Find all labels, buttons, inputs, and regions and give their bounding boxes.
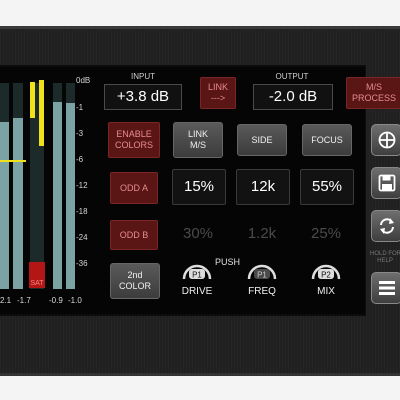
- odd-b-button[interactable]: ODD B: [110, 220, 158, 250]
- scale-label: -36: [76, 259, 88, 268]
- drive-value-b: 30%: [182, 225, 214, 242]
- knob-tag: P1: [257, 271, 267, 280]
- scale-label: -12: [76, 181, 88, 190]
- meter-value: -1.0: [68, 296, 82, 305]
- input-gain-readout[interactable]: +3.8 dB: [104, 84, 182, 110]
- sat-label: SAT: [30, 280, 44, 287]
- drive-value[interactable]: 15%: [172, 169, 226, 205]
- side-button[interactable]: SIDE: [237, 124, 287, 156]
- knob-arc-icon: P1: [182, 264, 212, 280]
- knob-tag: P1: [192, 271, 202, 280]
- odd-a-button[interactable]: ODD A: [110, 172, 158, 204]
- knob-arc-icon: P1: [247, 264, 277, 280]
- meter-value: 2.1: [0, 296, 12, 305]
- knob-arc-icon: P2: [311, 264, 341, 280]
- link-ms-button[interactable]: LINK M/S: [173, 122, 223, 158]
- scale-label: -1: [76, 103, 84, 112]
- scale-label: -3: [76, 129, 84, 138]
- input-label: INPUT: [131, 72, 155, 81]
- ms-process-button[interactable]: M/S PROCESS: [346, 77, 400, 109]
- meter-value: -0.9: [49, 296, 63, 305]
- faceplate-bottom-edge: [0, 373, 400, 376]
- second-color-button[interactable]: 2nd COLOR: [110, 263, 160, 299]
- refresh-button[interactable]: [371, 210, 400, 242]
- scale-label: -24: [76, 233, 88, 242]
- meter-bar: [66, 103, 75, 289]
- peak-indicator: [30, 82, 35, 118]
- enable-colors-button[interactable]: ENABLE COLORS: [108, 122, 160, 158]
- refresh-icon: [380, 218, 394, 234]
- output-gain-readout[interactable]: -2.0 dB: [253, 84, 333, 110]
- floppy-disk-icon: [378, 174, 396, 192]
- output-label: OUTPUT: [275, 72, 309, 81]
- scale-label: -6: [76, 155, 84, 164]
- scale-label: 0dB: [76, 76, 91, 85]
- hold-for-help-text: HOLD FOR HELP: [370, 251, 400, 264]
- sat-indicator: SAT: [29, 262, 45, 288]
- freq-value[interactable]: 12k: [236, 169, 290, 205]
- menu-icon: [379, 281, 395, 295]
- faceplate-top-edge: [0, 26, 400, 29]
- mix-value[interactable]: 55%: [300, 169, 354, 205]
- peak-indicator: [39, 80, 44, 146]
- meter-bar: [13, 118, 23, 289]
- focus-button[interactable]: FOCUS: [302, 124, 352, 156]
- push-label: PUSH: [215, 257, 241, 267]
- save-button[interactable]: [371, 167, 400, 199]
- meter-value: -1.7: [17, 296, 31, 305]
- hold-line: [0, 160, 26, 162]
- knob-label: MIX: [317, 286, 335, 297]
- scale-label: -18: [76, 207, 88, 216]
- knob-tag: P2: [321, 271, 331, 280]
- freq-value-b: 1.2k: [247, 225, 277, 242]
- meter-bar: [0, 122, 9, 289]
- meter-bar: [53, 102, 62, 289]
- compare-button[interactable]: [371, 124, 400, 156]
- menu-button[interactable]: [371, 272, 400, 304]
- mix-value-b: 25%: [310, 225, 342, 242]
- knob-label: FREQ: [248, 286, 276, 297]
- knob-label: DRIVE: [181, 286, 213, 297]
- crosshair-icon: [378, 131, 396, 149]
- link-button[interactable]: LINK --->: [200, 77, 236, 109]
